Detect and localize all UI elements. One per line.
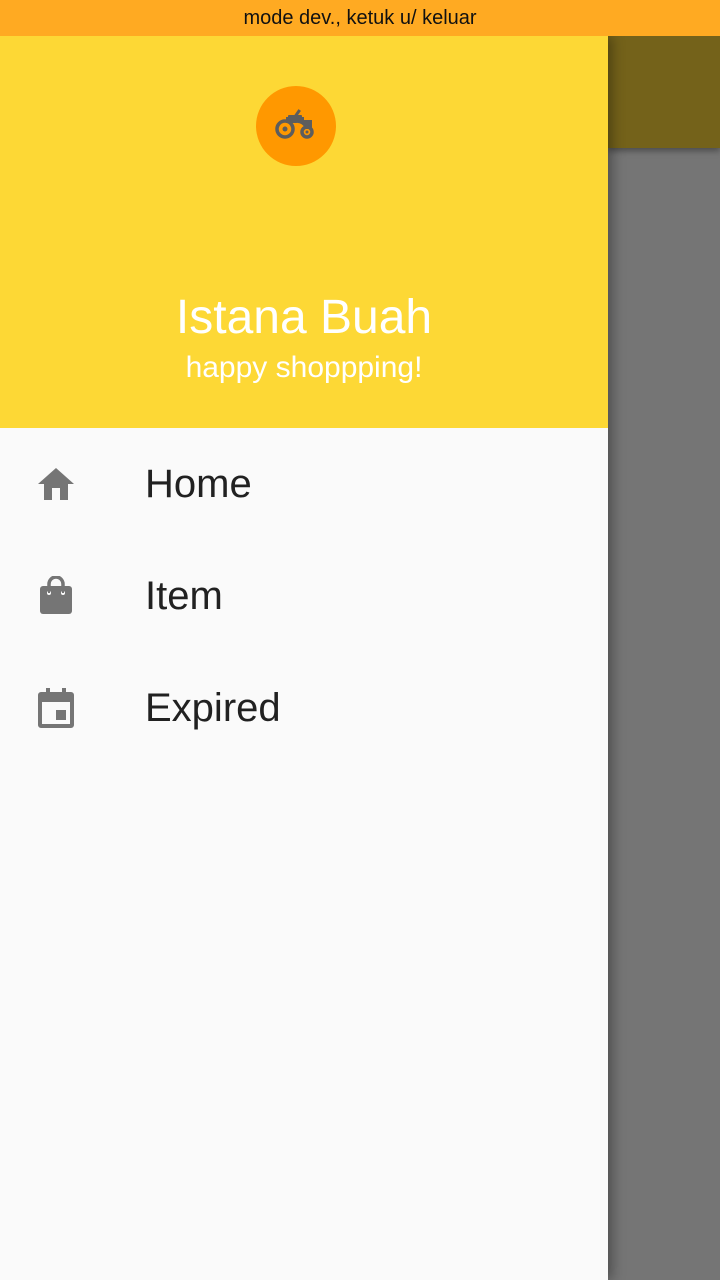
dimmed-app-bar[interactable] <box>608 36 720 148</box>
drawer-item-home[interactable]: Home <box>0 428 608 540</box>
drawer-item-label: Home <box>145 461 252 506</box>
avatar <box>256 86 336 166</box>
drawer-menu: Home Item Expired <box>0 428 608 764</box>
shopping-bag-icon <box>36 576 76 616</box>
drawer-item-item[interactable]: Item <box>0 540 608 652</box>
drawer-item-label: Item <box>145 573 223 618</box>
drawer-scrim[interactable] <box>608 148 720 1280</box>
drawer-item-expired[interactable]: Expired <box>0 652 608 764</box>
store-title: Istana Buah <box>175 291 433 344</box>
drawer-item-label: Expired <box>145 685 281 730</box>
navigation-drawer: Istana Buah happy shoppping! Home Item E… <box>0 36 608 1280</box>
store-subtitle: happy shoppping! <box>185 351 423 384</box>
calendar-event-icon <box>36 688 76 728</box>
developer-mode-banner[interactable]: mode dev., ketuk u/ keluar <box>0 0 720 36</box>
drawer-header: Istana Buah happy shoppping! <box>0 36 608 428</box>
home-icon <box>36 464 76 504</box>
status-bar-text: mode dev., ketuk u/ keluar <box>243 6 477 29</box>
tractor-icon <box>274 107 318 146</box>
